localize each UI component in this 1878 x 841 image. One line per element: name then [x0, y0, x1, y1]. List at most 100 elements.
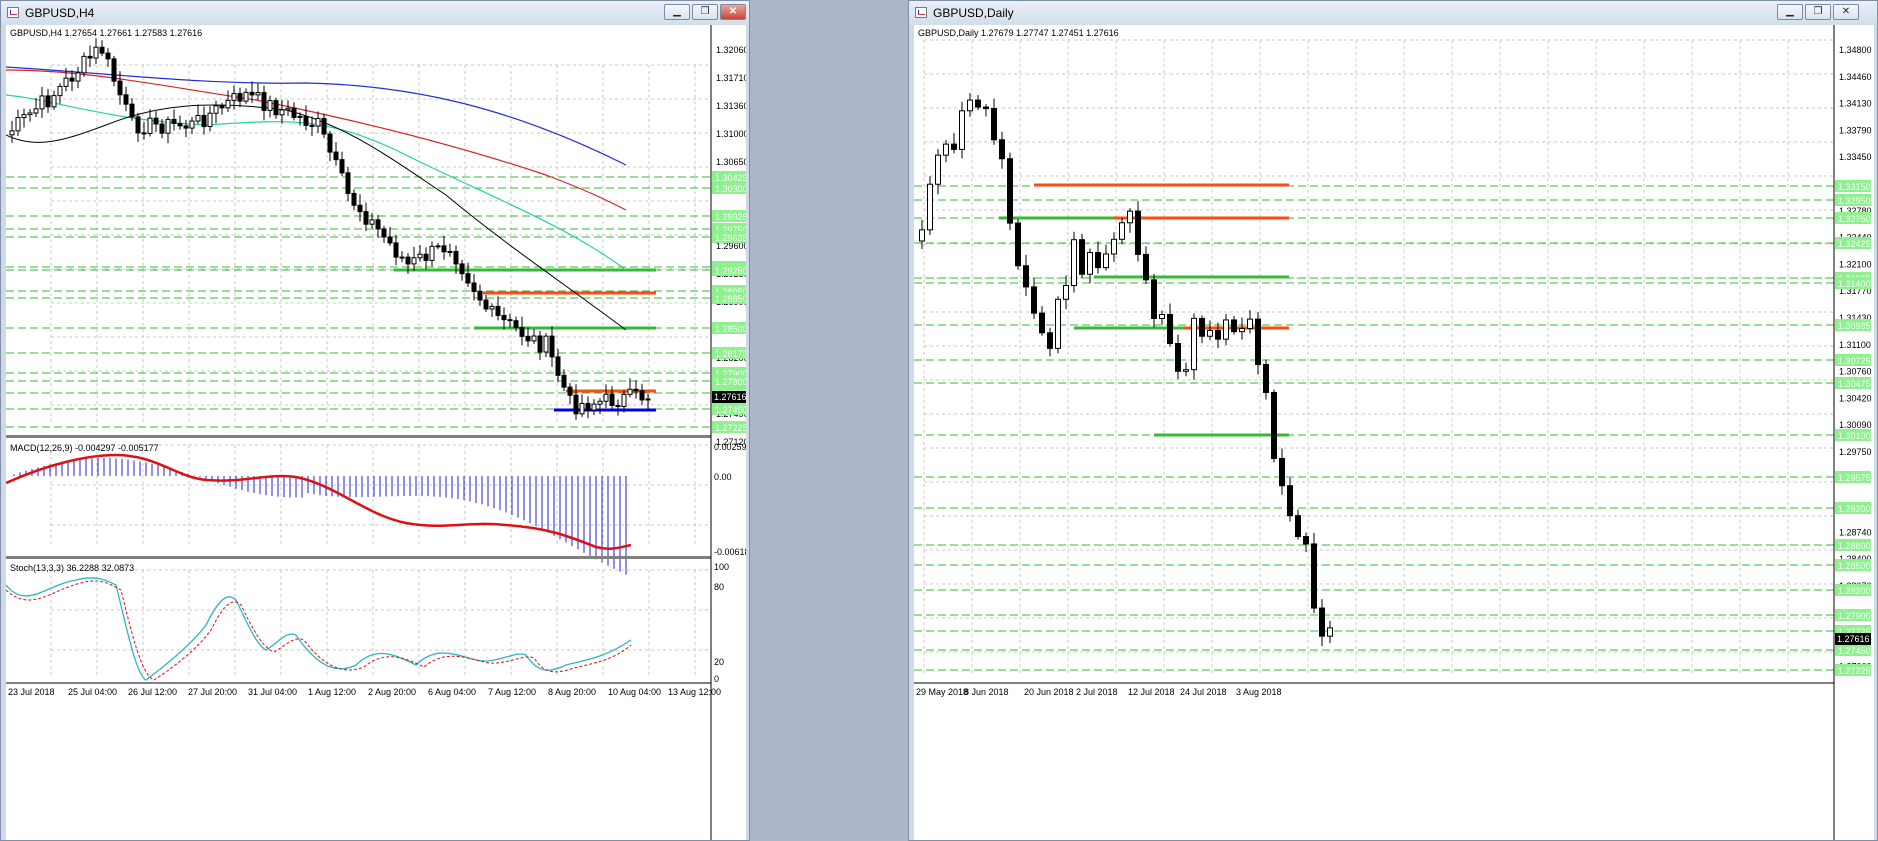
pane-separator — [6, 556, 711, 559]
candle-body — [201, 114, 207, 128]
chart-area[interactable]: 1.32060 1.31710 1.31360 1.31000 1.30650 1.303… — [6, 25, 746, 840]
price-axis-label: 1.30760 — [1839, 367, 1872, 377]
level-price-text: 1.27450 — [715, 405, 746, 415]
chart-window-daily[interactable]: GBPUSD,Daily ▁ ❐ ✕ 1.34800 1.34460 1.34130… — [908, 0, 1878, 841]
level-price-text: 1.28850 — [715, 294, 746, 304]
chart-window-h4[interactable]: GBPUSD,H4 ▁ ❐ ✕ 1.32060 1.31710 1.31360 1.3… — [0, 0, 750, 841]
title-bar[interactable]: GBPUSD,Daily ▁ ❐ ✕ — [909, 1, 1877, 25]
candle-body — [387, 236, 393, 244]
candle-body — [1191, 317, 1197, 371]
chart-header: GBPUSD,H4 1.27654 1.27661 1.27583 1.2761… — [10, 28, 202, 38]
candle-body — [219, 105, 225, 109]
candle-body — [357, 204, 363, 213]
level-price-text: 1.27450 — [1838, 646, 1871, 656]
price-axis-label: 1.31000 — [716, 129, 746, 139]
level-price-text: 1.30475 — [1838, 379, 1871, 389]
candle-body — [105, 52, 111, 60]
price-axis-label: 1.29750 — [1839, 447, 1872, 457]
time-axis-label: 26 Jul 12:00 — [128, 687, 177, 697]
candle-body — [399, 256, 405, 259]
level-price-text: 1.27225 — [1838, 666, 1871, 676]
candle-body — [243, 91, 249, 102]
time-axis-label: 2 Jul 2018 — [1076, 687, 1118, 697]
level-price-text: 1.32750 — [1838, 214, 1871, 224]
candle-body — [297, 115, 303, 118]
candle-body — [1239, 328, 1245, 333]
stochastic-axis-label: 100 — [714, 562, 729, 572]
price-axis-label: 1.33790 — [1839, 125, 1872, 135]
candle-body — [1199, 317, 1205, 337]
candle-body — [627, 388, 633, 395]
time-axis-label: 12 Jul 2018 — [1128, 687, 1175, 697]
level-price-text: 1.30725 — [1838, 356, 1871, 366]
candle-body — [291, 107, 297, 118]
close-button[interactable]: ✕ — [1833, 4, 1859, 20]
price-axis-label: 1.34130 — [1839, 99, 1872, 109]
candle-body — [267, 100, 273, 111]
time-axis-label: 31 Jul 04:00 — [248, 687, 297, 697]
candle-body — [975, 99, 981, 108]
candle-body — [147, 117, 153, 134]
candle-body — [339, 159, 345, 174]
candle-body — [327, 133, 333, 153]
candle-body — [393, 242, 399, 258]
price-axis-label: 1.30090 — [1839, 420, 1872, 430]
candle-body — [1223, 319, 1229, 340]
daily-chart-canvas[interactable]: 1.34800 1.34460 1.34130 1.33790 1.33450 1.331… — [914, 25, 1874, 840]
candle-body — [189, 120, 195, 129]
time-axis-label: 6 Aug 04:00 — [428, 687, 476, 697]
candle-body — [1319, 607, 1325, 637]
candle-body — [459, 263, 465, 275]
level-price-text: 1.29925 — [715, 212, 746, 222]
candle-body — [555, 356, 561, 376]
candle-body — [183, 125, 189, 129]
candle-body — [99, 46, 105, 54]
candle-body — [165, 118, 171, 134]
candle-body — [991, 108, 997, 141]
candle-body — [375, 219, 381, 230]
restore-button[interactable]: ❐ — [692, 4, 718, 20]
candle-body — [645, 398, 651, 401]
h4-chart-canvas[interactable]: 1.32060 1.31710 1.31360 1.31000 1.30650 1.303… — [6, 25, 746, 840]
candle-body — [171, 118, 177, 125]
minimize-button[interactable]: ▁ — [664, 4, 690, 20]
candle-body — [111, 58, 117, 82]
candle-body — [123, 94, 129, 105]
candle-body — [1271, 391, 1277, 459]
time-axis-label: 7 Aug 12:00 — [488, 687, 536, 697]
candle-body — [321, 117, 327, 135]
candle-body — [561, 374, 567, 388]
chart-area[interactable]: 1.34800 1.34460 1.34130 1.33790 1.33450 1.331… — [914, 25, 1874, 840]
candle-body — [1079, 239, 1085, 275]
candle-body — [967, 99, 973, 112]
candle-body — [1007, 158, 1013, 224]
level-price-text: 1.30985 — [1838, 321, 1871, 331]
level-price-text: 1.29250 — [715, 266, 746, 276]
candle-body — [477, 290, 483, 301]
title-bar[interactable]: GBPUSD,H4 ▁ ❐ ✕ — [1, 1, 749, 25]
level-price-text: 1.28175 — [715, 349, 746, 359]
candle-body — [471, 282, 477, 292]
candle-body — [249, 91, 255, 96]
close-button[interactable]: ✕ — [720, 4, 746, 20]
level-price-text: 1.28500 — [1838, 561, 1871, 571]
time-axis-label: 8 Jun 2018 — [964, 687, 1009, 697]
candle-body — [1327, 627, 1333, 637]
time-axis-label: 2 Aug 20:00 — [368, 687, 416, 697]
stochastic-label: Stoch(13,3,3) 36.2288 32.0873 — [10, 563, 134, 573]
level-price-text: 1.28500 — [715, 324, 746, 334]
candle-body — [959, 110, 965, 150]
level-price-text: 1.28200 — [1838, 586, 1871, 596]
candle-body — [1127, 210, 1133, 224]
candle-body — [177, 123, 183, 127]
level-price-text: 1.32950 — [1838, 196, 1871, 206]
macd-label: MACD(12,26,9) -0.004297 -0.005177 — [10, 443, 159, 453]
candle-body — [1311, 543, 1317, 609]
candle-body — [501, 314, 507, 321]
candle-body — [237, 93, 243, 102]
minimize-button[interactable]: ▁ — [1777, 4, 1803, 20]
candle-body — [261, 92, 267, 111]
candle-body — [573, 394, 579, 415]
candle-body — [1047, 332, 1053, 349]
restore-button[interactable]: ❐ — [1805, 4, 1831, 20]
